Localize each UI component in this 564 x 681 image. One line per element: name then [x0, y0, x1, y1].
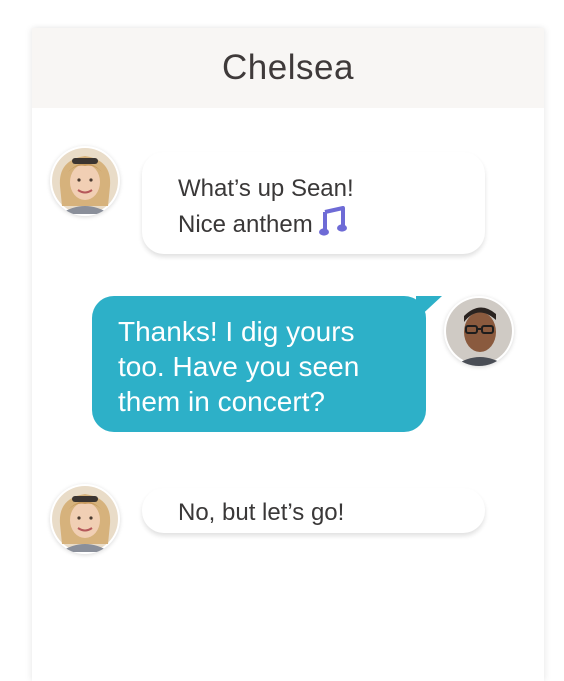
chelsea-photo: [52, 148, 118, 214]
message-text-line: too. Have you seen: [118, 351, 360, 382]
contact-name: Chelsea: [222, 48, 354, 87]
chelsea-avatar[interactable]: [50, 146, 120, 216]
message-bubble-outgoing[interactable]: Thanks! I dig yours too. Have you seen t…: [92, 296, 426, 432]
message-text-line: No, but let’s go!: [178, 499, 345, 526]
message-bubble-incoming[interactable]: What’s up Sean! Nice anthem: [142, 152, 485, 254]
message-text-line: Nice anthem: [178, 211, 313, 238]
message-text-line: What’s up Sean!: [178, 175, 354, 202]
sean-avatar[interactable]: [444, 296, 514, 366]
chat-header: Chelsea: [32, 28, 544, 108]
bubble-tail: [416, 296, 442, 320]
music-notes-icon: [318, 206, 347, 246]
message-text-line: Thanks! I dig yours: [118, 316, 355, 347]
message-text-line: them in concert?: [118, 386, 325, 417]
chelsea-photo: [52, 486, 118, 552]
sean-photo: [446, 298, 512, 366]
message-bubble-incoming[interactable]: No, but let’s go!: [142, 488, 485, 533]
chat-window: Chelsea What’s up Sean! Nice anthem Than…: [32, 28, 544, 681]
chelsea-avatar[interactable]: [50, 484, 120, 554]
message-text-row: Nice anthem: [178, 206, 485, 246]
